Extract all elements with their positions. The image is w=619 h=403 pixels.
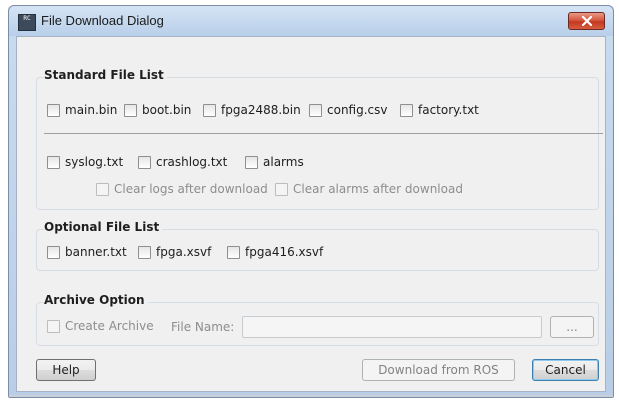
checkbox-label: config.csv [327, 103, 388, 117]
syslog-txt-checkbox[interactable]: syslog.txt [47, 155, 123, 169]
file-name-input[interactable] [242, 316, 542, 338]
banner-txt-checkbox[interactable]: banner.txt [47, 245, 127, 259]
clear-alarms-checkbox[interactable]: Clear alarms after download [275, 182, 463, 196]
checkbox-label: alarms [263, 155, 304, 169]
file-name-label: File Name: [171, 320, 235, 334]
checkbox-box[interactable] [138, 155, 151, 169]
checkbox-label: main.bin [65, 103, 118, 117]
checkbox-box[interactable] [47, 155, 60, 169]
archive-option-legend: Archive Option [44, 293, 148, 307]
checkbox-box[interactable] [47, 103, 60, 117]
group-separator [44, 133, 603, 134]
checkbox-label: fpga416.xsvf [245, 245, 324, 259]
fpga-xsvf-checkbox[interactable]: fpga.xsvf [138, 245, 211, 259]
window-bottom-edge [9, 395, 613, 397]
factory-txt-checkbox[interactable]: factory.txt [400, 103, 479, 117]
checkbox-box[interactable] [124, 103, 137, 117]
checkbox-box[interactable] [47, 319, 60, 333]
title-bar[interactable]: RC File Download Dialog [9, 6, 613, 36]
download-from-ros-button[interactable]: Download from ROS [362, 359, 515, 381]
main-bin-checkbox[interactable]: main.bin [47, 103, 117, 117]
checkbox-box[interactable] [400, 103, 413, 117]
config-csv-checkbox[interactable]: config.csv [309, 103, 388, 117]
checkbox-box[interactable] [138, 245, 151, 259]
app-icon-text: RC [23, 15, 31, 22]
checkbox-box[interactable] [203, 103, 216, 117]
checkbox-label: crashlog.txt [156, 155, 228, 169]
app-icon: RC [18, 14, 36, 31]
checkbox-label: Create Archive [65, 319, 154, 333]
checkbox-box[interactable] [96, 182, 109, 196]
help-button[interactable]: Help [36, 359, 96, 381]
boot-bin-checkbox[interactable]: boot.bin [124, 103, 191, 117]
checkbox-box[interactable] [309, 103, 322, 117]
checkbox-box[interactable] [47, 245, 60, 259]
checkbox-label: Clear logs after download [114, 182, 268, 196]
fpga416-xsvf-checkbox[interactable]: fpga416.xsvf [227, 245, 323, 259]
optional-file-list-legend: Optional File List [44, 220, 163, 234]
checkbox-label: banner.txt [65, 245, 127, 259]
alarms-checkbox[interactable]: alarms [245, 155, 304, 169]
dialog-client-area: Standard File List main.bin boot.bin fpg… [16, 36, 606, 392]
checkbox-label: fpga.xsvf [156, 245, 212, 259]
close-button[interactable] [568, 12, 605, 30]
checkbox-label: fpga2488.bin [221, 103, 301, 117]
crashlog-txt-checkbox[interactable]: crashlog.txt [138, 155, 227, 169]
browse-button[interactable]: ... [550, 316, 594, 338]
checkbox-box[interactable] [227, 245, 240, 259]
close-icon [581, 16, 593, 26]
dialog-window: RC File Download Dialog Standard File Li… [8, 5, 614, 398]
create-archive-checkbox[interactable]: Create Archive [47, 319, 154, 333]
window-title: File Download Dialog [41, 13, 164, 28]
checkbox-label: factory.txt [418, 103, 479, 117]
checkbox-label: Clear alarms after download [293, 182, 463, 196]
fpga2488-bin-checkbox[interactable]: fpga2488.bin [203, 103, 301, 117]
standard-file-list-legend: Standard File List [44, 68, 167, 82]
clear-logs-checkbox[interactable]: Clear logs after download [96, 182, 268, 196]
checkbox-label: boot.bin [142, 103, 192, 117]
checkbox-box[interactable] [245, 155, 258, 169]
checkbox-box[interactable] [275, 182, 288, 196]
cancel-button[interactable]: Cancel [532, 359, 599, 381]
checkbox-label: syslog.txt [65, 155, 124, 169]
